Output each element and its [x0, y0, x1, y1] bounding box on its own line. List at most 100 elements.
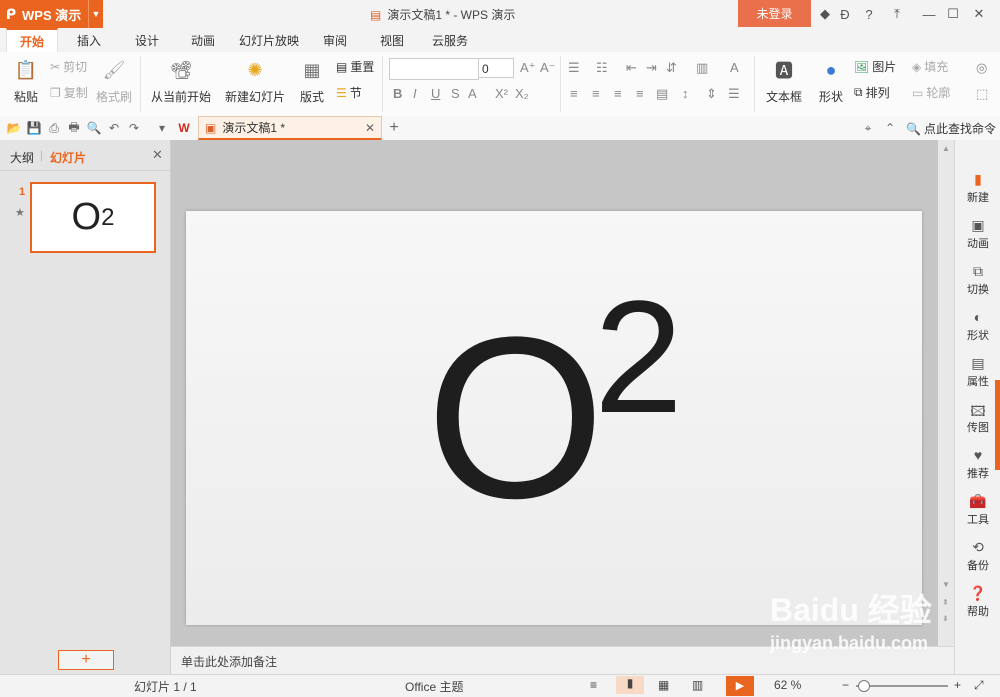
section-button[interactable]: ☰ 节 — [336, 84, 362, 101]
align-center-icon[interactable]: ≡ — [592, 86, 600, 101]
align-left-icon[interactable]: ≡ — [570, 86, 578, 101]
zoom-level[interactable]: 62 % — [774, 678, 801, 692]
zoom-slider-thumb[interactable] — [858, 680, 870, 692]
bold-icon[interactable]: B — [393, 86, 402, 101]
tab-home[interactable]: 开始 — [6, 28, 58, 52]
slide-canvas[interactable]: O 2 — [186, 211, 922, 625]
tab-slides[interactable]: 幻灯片 — [50, 149, 86, 166]
sidebar-item-animation[interactable]: ▣ 动画 — [955, 212, 1000, 256]
feedback-icon[interactable]: Ð — [836, 5, 854, 23]
tab-animation[interactable]: 动画 — [178, 28, 228, 52]
paragraph-options-icon[interactable]: ☰ — [728, 86, 740, 102]
slide-base-text[interactable]: O — [426, 303, 605, 533]
normal-view-icon[interactable]: ▮ — [616, 676, 644, 694]
find-replace-icon[interactable]: ◎ — [976, 60, 987, 76]
picture-button[interactable]: 🖼 图片 — [854, 58, 896, 75]
close-tab-icon[interactable]: ✕ — [365, 121, 375, 135]
next-slide-icon[interactable]: ⇟ — [942, 614, 949, 623]
fit-window-icon[interactable]: ⤢ — [974, 678, 984, 693]
scroll-down-icon[interactable]: ▼ — [942, 580, 950, 589]
close-icon[interactable]: ✕ — [970, 5, 988, 23]
columns-icon[interactable]: ▥ — [696, 60, 708, 76]
app-menu-button[interactable]: ᑭ WPS 演示 ▼ — [0, 0, 103, 28]
add-slide-button[interactable]: + — [58, 650, 114, 670]
tab-view[interactable]: 视图 — [368, 28, 416, 52]
font-size-select[interactable]: 0 — [478, 58, 514, 78]
underline-icon[interactable]: U — [431, 86, 440, 101]
app-menu-dropdown-icon[interactable]: ▼ — [88, 0, 103, 28]
slide-thumbnail[interactable]: O2 — [30, 182, 156, 253]
wps-home-icon[interactable]: W — [176, 120, 192, 136]
tab-slideshow[interactable]: 幻灯片放映 — [236, 28, 302, 52]
font-color-icon[interactable]: A — [468, 86, 477, 101]
tab-design[interactable]: 设计 — [122, 28, 172, 52]
close-panel-icon[interactable]: ✕ — [152, 147, 163, 163]
sidebar-item-transition[interactable]: ⧉ 切换 — [955, 258, 1000, 302]
strikethrough-icon[interactable]: S — [451, 86, 460, 101]
redo-icon[interactable]: ↷ — [126, 120, 142, 136]
textbox-button[interactable]: 🅰 文本框 — [762, 58, 806, 105]
open-folder-icon[interactable]: 📂 — [6, 120, 22, 136]
line-spacing-icon[interactable]: ↕ — [682, 86, 689, 101]
scroll-up-icon[interactable]: ▲ — [942, 144, 950, 153]
collapse-ribbon-icon[interactable]: ⌃ — [882, 120, 898, 136]
sidebar-collapse-handle[interactable] — [995, 380, 1000, 470]
text-direction-icon[interactable]: ⇵ — [666, 60, 677, 76]
shape-button[interactable]: ● 形状 — [814, 58, 848, 105]
play-slideshow-button[interactable]: ▶ — [726, 676, 754, 696]
fill-button[interactable]: ◈ 填充 — [912, 58, 948, 75]
sidebar-item-recommend[interactable]: ♥ 推荐 — [955, 442, 1000, 486]
increase-indent-icon[interactable]: ⇥ — [646, 60, 657, 76]
zoom-out-icon[interactable]: − — [842, 678, 849, 692]
reading-view-icon[interactable]: ▥ — [692, 678, 703, 692]
text-align-icon[interactable]: ⇕ — [706, 86, 717, 102]
save-icon[interactable]: 💾 — [26, 120, 42, 136]
zoom-slider[interactable] — [856, 680, 948, 692]
export-pdf-icon[interactable]: ⎙ — [46, 120, 62, 136]
pin-icon[interactable]: ⌖ — [860, 120, 876, 136]
help-menu-icon[interactable]: ? — [860, 5, 878, 23]
document-tab[interactable]: ▣ 演示文稿1 * ✕ — [198, 116, 382, 140]
slide-superscript-text[interactable]: 2 — [594, 277, 683, 437]
new-tab-icon[interactable]: + — [386, 119, 402, 136]
subscript-icon[interactable]: X₂ — [515, 86, 529, 101]
text-effect-icon[interactable]: A — [730, 60, 739, 75]
numbering-icon[interactable]: ☷ — [596, 60, 608, 76]
sidebar-item-upload-image[interactable]: 🖾 传图 — [955, 396, 1000, 440]
shrink-font-icon[interactable]: A⁻ — [540, 60, 556, 76]
new-slide-button[interactable]: ✺ 新建幻灯片 — [222, 58, 288, 105]
superscript-icon[interactable]: X² — [495, 86, 508, 101]
zoom-in-icon[interactable]: + — [954, 678, 961, 692]
distribute-icon[interactable]: ▤ — [656, 86, 668, 102]
font-name-select[interactable] — [389, 58, 479, 80]
copy-button[interactable]: ❐ 复制 — [50, 84, 88, 101]
undo-icon[interactable]: ↶ — [106, 120, 122, 136]
sidebar-item-backup[interactable]: ⟲ 备份 — [955, 534, 1000, 578]
layout-button[interactable]: ▦ 版式 — [296, 58, 328, 105]
bullets-icon[interactable]: ☰ — [568, 60, 580, 76]
minimize-icon[interactable]: — — [920, 5, 938, 23]
print-preview-icon[interactable]: 🔍 — [86, 120, 102, 136]
notes-toggle-icon[interactable]: ≡ — [590, 678, 597, 692]
tab-insert[interactable]: 插入 — [64, 28, 114, 52]
italic-icon[interactable]: I — [413, 86, 417, 101]
format-painter-button[interactable]: 🖌 格式刷 — [96, 58, 132, 105]
sidebar-item-new[interactable]: ▮ 新建 — [955, 166, 1000, 210]
justify-icon[interactable]: ≡ — [636, 86, 644, 101]
login-button[interactable]: 未登录 — [738, 0, 811, 27]
command-search[interactable]: 🔍 点此查找命令 — [906, 120, 996, 137]
outline-button[interactable]: ▭ 轮廓 — [912, 84, 950, 101]
paste-button[interactable]: 📋 粘贴 — [8, 58, 44, 105]
print-icon[interactable]: 🖶 — [66, 120, 82, 136]
sidebar-item-shapes[interactable]: ◐ 形状 — [955, 304, 1000, 348]
sidebar-item-tools[interactable]: 🧰 工具 — [955, 488, 1000, 532]
maximize-icon[interactable]: ☐ — [944, 5, 962, 23]
tab-review[interactable]: 审阅 — [312, 28, 358, 52]
select-icon[interactable]: ⬚ — [976, 86, 988, 102]
prev-slide-icon[interactable]: ⇞ — [942, 598, 949, 607]
tab-outline[interactable]: 大纲 — [10, 149, 34, 166]
skin-icon[interactable]: ◆ — [816, 5, 834, 23]
slide-sorter-icon[interactable]: ▦ — [658, 678, 669, 692]
from-current-button[interactable]: 📽 从当前开始 — [148, 58, 214, 105]
tab-cloud[interactable]: 云服务 — [424, 28, 476, 52]
